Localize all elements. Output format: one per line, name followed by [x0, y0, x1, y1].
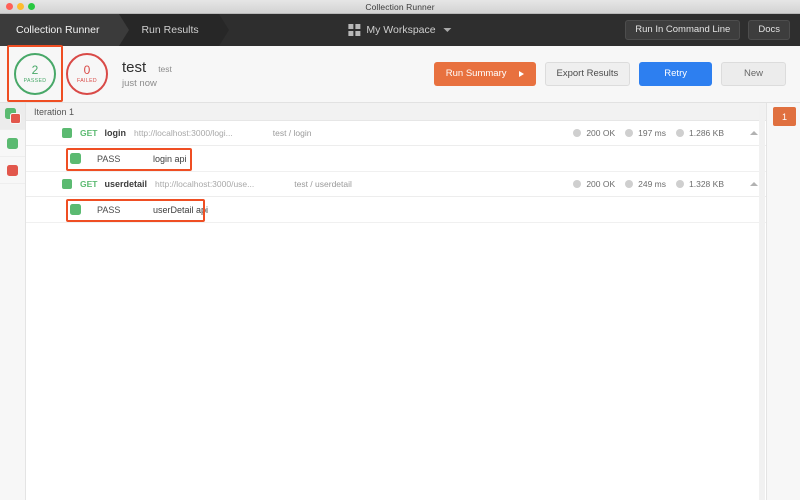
test-status-square-icon — [70, 204, 81, 215]
results-content: Iteration 1 GET login http://localhost:3… — [26, 103, 766, 500]
response-size: 1.328 KB — [689, 179, 724, 189]
request-status-square-icon — [62, 128, 72, 138]
run-name: test — [122, 59, 147, 76]
status-dot-icon — [573, 129, 582, 137]
filter-all-button[interactable] — [0, 103, 25, 130]
run-summary-button[interactable]: Run Summary — [433, 61, 536, 87]
request-status-square-icon — [62, 179, 72, 189]
request-method: GET — [80, 128, 98, 138]
workspace-label: My Workspace — [366, 24, 436, 36]
test-name: userDetail api — [153, 204, 209, 215]
tab-collection-runner[interactable]: Collection Runner — [0, 14, 130, 46]
request-url: http://localhost:3000/use... — [155, 179, 255, 189]
request-path: test / login — [272, 128, 312, 138]
passed-count: 2 — [31, 63, 39, 77]
test-status-square-icon — [70, 153, 81, 164]
vertical-scrollbar[interactable] — [759, 105, 765, 500]
collection-name: test — [158, 64, 172, 74]
new-run-button[interactable]: New — [720, 61, 786, 87]
request-method: GET — [80, 179, 98, 189]
grid-icon — [348, 24, 361, 36]
passed-label: PASSED — [23, 78, 47, 84]
table-row[interactable]: GET userdetail http://localhost:3000/use… — [26, 172, 766, 197]
response-time: 249 ms — [638, 179, 667, 189]
test-name: login api — [153, 153, 187, 164]
navbar-actions: Run In Command Line Docs — [625, 14, 800, 46]
run-in-command-line-button[interactable]: Run In Command Line — [625, 19, 741, 41]
status-badge: 200 OK — [573, 128, 615, 138]
window-title: Collection Runner — [365, 1, 435, 12]
list-item[interactable]: PASS login api — [26, 146, 766, 172]
run-summary-bar: 2 PASSED 0 FAILED test test just now Run… — [0, 45, 800, 103]
failed-count: 0 — [83, 63, 91, 77]
status-badge: 200 OK — [573, 179, 615, 189]
tab-run-results[interactable]: Run Results — [119, 14, 229, 46]
time-badge: 197 ms — [625, 128, 666, 138]
size-badge: 1.286 KB — [676, 128, 724, 138]
top-navbar: Collection Runner Run Results My Workspa… — [0, 14, 800, 46]
play-arrow-icon — [518, 71, 524, 77]
request-path: test / userdetail — [294, 179, 352, 189]
tab-run-results-label: Run Results — [141, 24, 199, 36]
time-badge: 249 ms — [625, 179, 666, 189]
summary-action-buttons: Run Summary Export Results Retry New — [433, 61, 786, 87]
test-status: PASS — [97, 153, 121, 164]
results-list: GET login http://localhost:3000/logi... … — [26, 121, 766, 500]
iteration-panel: 1 — [766, 103, 800, 500]
filter-passed-button[interactable] — [0, 130, 25, 157]
status-dot-icon — [573, 180, 582, 188]
iteration-selector-1[interactable]: 1 — [773, 107, 796, 126]
time-dot-icon — [625, 129, 634, 137]
workspace-selector[interactable]: My Workspace — [348, 14, 452, 46]
request-name: userdetail — [104, 179, 148, 189]
chevron-up-icon[interactable] — [750, 131, 758, 135]
time-dot-icon — [625, 180, 634, 188]
run-timestamp: just now — [122, 78, 157, 89]
tab-collection-runner-label: Collection Runner — [16, 24, 100, 36]
response-time: 197 ms — [638, 128, 667, 138]
request-stats: 200 OK 197 ms 1.286 KB — [573, 128, 758, 138]
filter-rail — [0, 103, 26, 500]
red-square-icon — [7, 164, 18, 176]
collection-runner-window: Collection Runner Collection Runner Run … — [0, 0, 800, 500]
size-dot-icon — [676, 180, 685, 188]
list-item[interactable]: PASS userDetail api — [26, 197, 766, 223]
size-dot-icon — [676, 129, 685, 137]
results-body: Iteration 1 GET login http://localhost:3… — [0, 103, 800, 500]
window-titlebar: Collection Runner — [0, 0, 800, 14]
test-status: PASS — [97, 204, 121, 215]
run-metadata: test test just now — [122, 59, 172, 89]
request-url: http://localhost:3000/logi... — [133, 128, 233, 138]
failed-label: FAILED — [77, 78, 97, 84]
green-square-icon — [7, 137, 18, 149]
filter-rail-filler — [0, 184, 25, 500]
retry-button[interactable]: Retry — [639, 61, 712, 87]
iteration-header: Iteration 1 — [26, 103, 766, 121]
response-status: 200 OK — [586, 128, 616, 138]
request-stats: 200 OK 249 ms 1.328 KB — [573, 179, 758, 189]
passed-counter[interactable]: 2 PASSED — [14, 53, 56, 95]
run-stats: 2 PASSED 0 FAILED — [7, 45, 108, 102]
export-results-button[interactable]: Export Results — [544, 61, 631, 87]
chevron-up-icon[interactable] — [750, 182, 758, 186]
response-size: 1.286 KB — [689, 128, 724, 138]
table-row[interactable]: GET login http://localhost:3000/logi... … — [26, 121, 766, 146]
failed-counter[interactable]: 0 FAILED — [66, 53, 108, 95]
chevron-down-icon — [443, 28, 452, 32]
filter-failed-button[interactable] — [0, 157, 25, 184]
response-status: 200 OK — [586, 179, 616, 189]
size-badge: 1.328 KB — [676, 179, 724, 189]
green-red-squares-icon — [4, 108, 21, 124]
navbar-tabs: Collection Runner Run Results — [0, 14, 229, 46]
request-name: login — [104, 128, 126, 138]
run-summary-label: Run Summary — [445, 67, 507, 79]
docs-button[interactable]: Docs — [748, 19, 790, 41]
